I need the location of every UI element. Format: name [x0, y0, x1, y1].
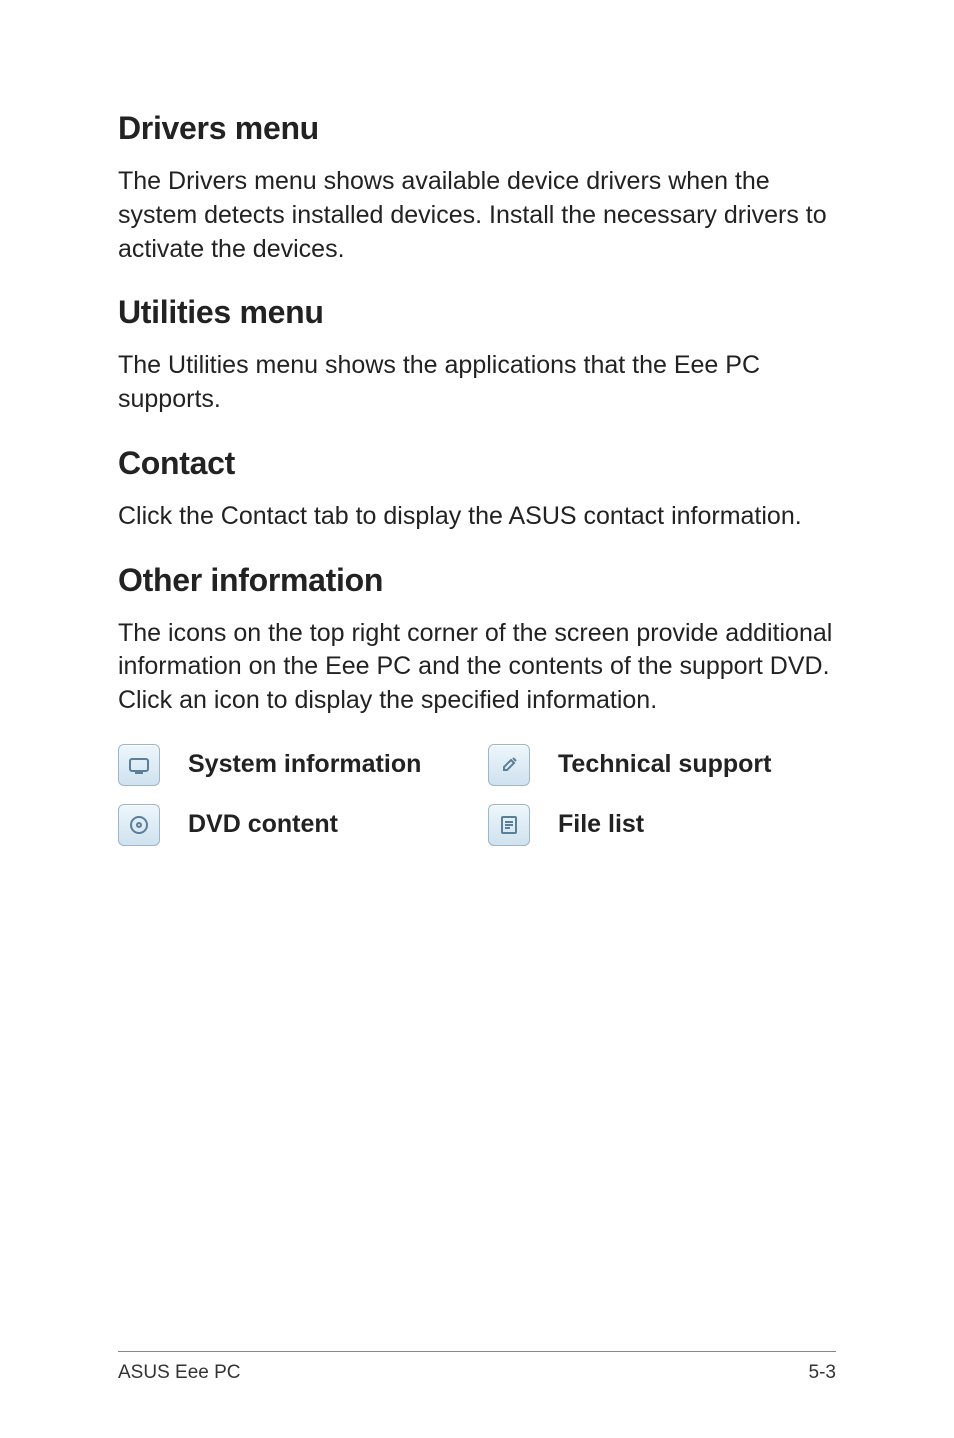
- icon-cell: System information: [118, 744, 488, 786]
- icon-label-dvd-content: DVD content: [188, 810, 338, 839]
- technical-support-icon: [488, 744, 530, 786]
- system-information-icon: [118, 744, 160, 786]
- paragraph-drivers-menu: The Drivers menu shows available device …: [118, 165, 836, 266]
- heading-other-information: Other information: [118, 562, 836, 599]
- dvd-content-icon: [118, 804, 160, 846]
- icon-cell: Technical support: [488, 744, 836, 786]
- heading-drivers-menu: Drivers menu: [118, 110, 836, 147]
- paragraph-utilities-menu: The Utilities menu shows the application…: [118, 349, 836, 417]
- icon-row: System information Technical support: [118, 744, 836, 786]
- icon-grid: System information Technical support DVD…: [118, 744, 836, 846]
- heading-utilities-menu: Utilities menu: [118, 294, 836, 331]
- icon-row: DVD content File list: [118, 804, 836, 846]
- footer-left: ASUS Eee PC: [118, 1362, 241, 1384]
- icon-cell: File list: [488, 804, 836, 846]
- file-list-icon: [488, 804, 530, 846]
- icon-label-system-information: System information: [188, 750, 421, 779]
- icon-label-file-list: File list: [558, 810, 644, 839]
- footer-page-number: 5-3: [809, 1362, 836, 1384]
- page-footer: ASUS Eee PC 5-3: [118, 1351, 836, 1384]
- icon-label-technical-support: Technical support: [558, 750, 771, 779]
- icon-cell: DVD content: [118, 804, 488, 846]
- paragraph-other-information: The icons on the top right corner of the…: [118, 617, 836, 718]
- document-page: Drivers menu The Drivers menu shows avai…: [0, 0, 954, 1438]
- heading-contact: Contact: [118, 445, 836, 482]
- paragraph-contact: Click the Contact tab to display the ASU…: [118, 500, 836, 534]
